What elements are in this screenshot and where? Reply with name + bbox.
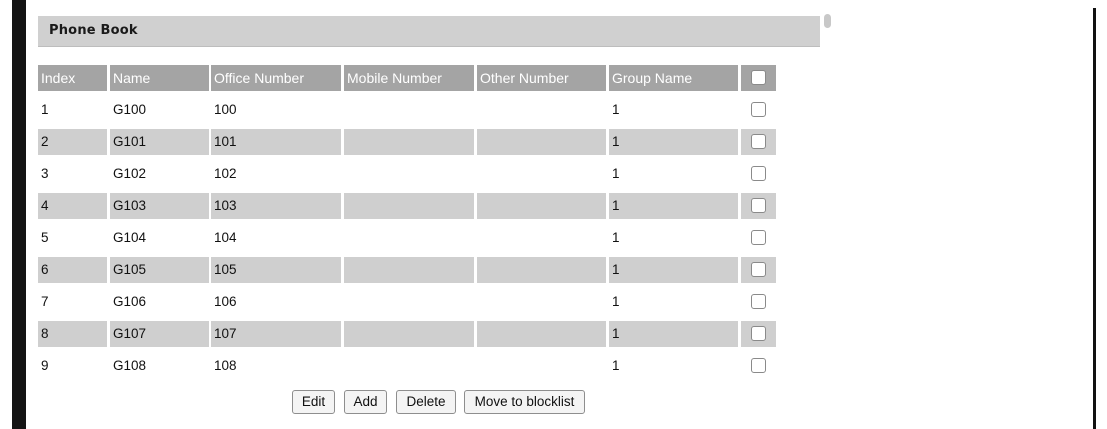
cell-mobile-number [344,353,474,379]
cell-office-number: 108 [214,358,237,373]
row-select-cell [741,225,776,251]
panel-header: Phone Book [38,16,820,47]
cell-name: G105 [110,257,209,283]
cell-office-number: 100 [214,102,237,117]
cell-mobile-number [344,193,474,219]
column-header-mobile-number[interactable]: Mobile Number [344,65,474,91]
cell-name: G103 [110,193,209,219]
cell-mobile-number [344,161,474,187]
page-title: Phone Book [49,23,138,38]
row-checkbox[interactable] [751,230,766,245]
cell-name: G104 [113,230,147,245]
cell-index: 3 [41,166,49,181]
row-checkbox[interactable] [751,198,766,213]
cell-name: G107 [110,321,209,347]
cell-mobile-number [344,97,474,123]
cell-index: 9 [41,358,49,373]
scrollbar-thumb[interactable] [824,14,831,28]
cell-mobile-number [344,225,474,251]
cell-group-name: 1 [612,230,620,245]
column-header-group-name[interactable]: Group Name [609,65,738,91]
cell-other-number [477,97,606,123]
select-all-checkbox[interactable] [751,70,766,85]
row-select-cell [741,129,776,155]
cell-name: G106 [113,294,147,309]
cell-index: 6 [38,257,107,283]
cell-index: 2 [38,129,107,155]
cell-group-name: 1 [612,166,620,181]
row-checkbox[interactable] [751,262,766,277]
phone-book-panel: Phone Book Index Name Office Number Mobi… [38,16,820,382]
move-to-blocklist-button[interactable]: Move to blocklist [464,390,585,414]
column-header-name[interactable]: Name [110,65,209,91]
cell-other-number [477,193,606,219]
row-checkbox[interactable] [751,166,766,181]
select-all-cell [741,65,776,91]
delete-button[interactable]: Delete [396,390,456,414]
cell-other-number [477,129,606,155]
cell-other-number [477,257,606,283]
row-select-cell [741,97,776,123]
cell-group-name: 1 [609,257,738,283]
cell-name: G102 [113,166,147,181]
cell-group-name: 1 [612,358,620,373]
cell-office-number: 105 [211,257,341,283]
cell-mobile-number [344,257,474,283]
cell-other-number [477,289,606,315]
cell-other-number [477,353,606,379]
cell-office-number: 104 [214,230,237,245]
cell-index: 7 [41,294,49,309]
row-checkbox[interactable] [751,358,766,373]
cell-office-number: 102 [214,166,237,181]
cell-mobile-number [344,321,474,347]
row-select-cell [741,257,776,283]
row-select-cell [741,289,776,315]
cell-office-number: 106 [214,294,237,309]
column-header-office-number[interactable]: Office Number [211,65,341,91]
cell-index: 8 [38,321,107,347]
cell-name: G100 [113,102,147,117]
cell-group-name: 1 [609,193,738,219]
cell-name: G101 [110,129,209,155]
edit-button[interactable]: Edit [292,390,335,414]
cell-group-name: 1 [609,321,738,347]
row-select-cell [741,193,776,219]
cell-group-name: 1 [609,129,738,155]
column-header-other-number[interactable]: Other Number [477,65,606,91]
row-checkbox[interactable] [751,102,766,117]
row-select-cell [741,161,776,187]
action-toolbar: Edit Add Delete Move to blocklist [0,390,1107,414]
cell-index: 4 [38,193,107,219]
add-button[interactable]: Add [344,390,387,414]
cell-index: 1 [41,102,49,117]
row-select-cell [741,321,776,347]
left-edge-bar [12,0,26,429]
row-checkbox[interactable] [751,326,766,341]
cell-index: 5 [41,230,49,245]
cell-office-number: 103 [211,193,341,219]
cell-group-name: 1 [612,102,620,117]
cell-other-number [477,161,606,187]
cell-other-number [477,225,606,251]
row-checkbox[interactable] [751,294,766,309]
cell-group-name: 1 [612,294,620,309]
right-edge-line [1093,8,1096,429]
cell-name: G108 [113,358,147,373]
column-header-index[interactable]: Index [38,65,107,91]
row-select-cell [741,353,776,379]
cell-office-number: 101 [211,129,341,155]
cell-office-number: 107 [211,321,341,347]
cell-mobile-number [344,289,474,315]
cell-mobile-number [344,129,474,155]
row-checkbox[interactable] [751,134,766,149]
cell-other-number [477,321,606,347]
